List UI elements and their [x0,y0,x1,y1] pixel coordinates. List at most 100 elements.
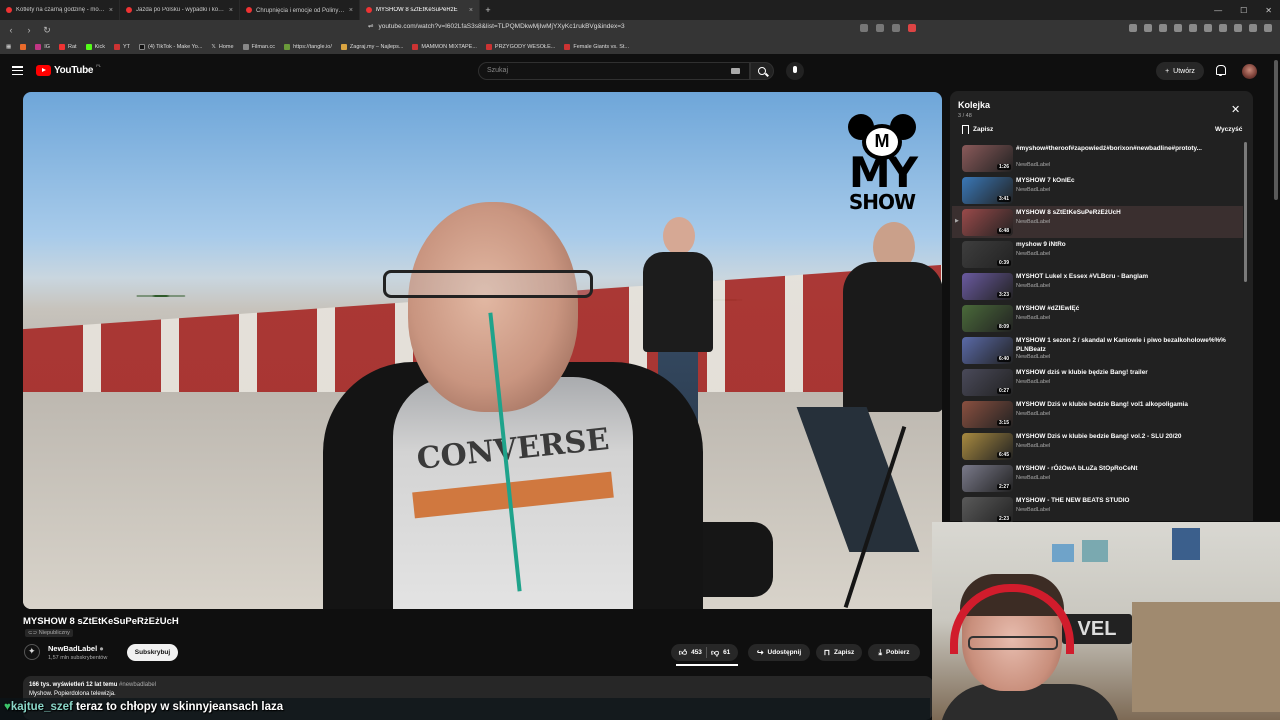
brave-shield-icon[interactable] [908,24,916,32]
browser-tab[interactable]: Chrupnięcia i emocje od Poliny 😋 · × [240,0,360,20]
bookmark-item[interactable]: Kick [85,44,105,50]
dislike-count[interactable]: 61 [723,649,730,656]
playlist-thumbnail[interactable]: 8:09 [962,305,1013,332]
bookmark-item[interactable]: Rat [59,44,77,50]
close-tab-icon[interactable]: × [349,7,353,14]
bookmark-item[interactable]: Filman.cc [242,44,275,50]
playlist-item[interactable]: 1:26 #myshow#theroof#zapowiedź#borixon#ne… [952,142,1243,174]
youtube-logo[interactable]: YouTube PL [36,63,101,76]
playlist-item[interactable]: 8:09 MYSHOW #dZIEwIĘć NewBadLabel [952,302,1243,334]
playlist-item-title[interactable]: myshow 9 iNtRo [1016,240,1236,249]
close-tab-icon[interactable]: × [109,7,113,14]
playlist-thumbnail[interactable]: 1:26 [962,145,1013,172]
wallet-icon[interactable] [1249,24,1257,32]
maximize-icon[interactable]: ☐ [1240,6,1247,15]
music-icon[interactable] [1234,24,1242,32]
playlist-item[interactable]: 0:39 myshow 9 iNtRo NewBadLabel [952,238,1243,270]
close-window-icon[interactable]: ✕ [1265,6,1272,15]
bookmark-item[interactable]: Zagraj.my – Najleps... [340,44,403,50]
playlist-item-title[interactable]: MYSHOW 1 sezon 2 / skandal w Kaniowie i … [1016,336,1236,354]
notifications-bell-icon[interactable] [1215,65,1226,76]
apps-grid-icon[interactable]: ▦ [6,44,11,50]
playlist-item[interactable]: 6:45 MYSHOW Dziś w klubie bedzie Bang! vo… [952,430,1243,462]
playlist-thumbnail[interactable]: 3:41 [962,177,1013,204]
hamburger-menu-icon[interactable] [12,66,23,75]
account-avatar[interactable] [1242,64,1257,79]
download-button[interactable]: ⤓ Pobierz [868,644,920,661]
menu-icon[interactable] [1264,24,1272,32]
bookmark-item[interactable]: https://tangle.io/ [284,44,332,50]
playlist-item-title[interactable]: MYSHOW - THE NEW BEATS STUDIO [1016,496,1236,505]
like-count[interactable]: 453 [691,649,702,656]
bookmark-star-icon[interactable] [892,24,900,32]
channel-name[interactable]: NewBadLabel ● [48,644,104,653]
extension-icon[interactable] [1129,24,1137,32]
playlist-item-title[interactable]: MYSHOW Dziś w klubie bedzie Bang! vol.2 … [1016,432,1236,441]
bookmark-item[interactable]: YT [113,44,130,50]
close-tab-icon[interactable]: × [469,7,473,14]
playlist-item[interactable]: 6:40 MYSHOW 1 sezon 2 / skandal w Kaniowi… [952,334,1243,366]
create-button[interactable]: + Utwórz [1156,62,1204,80]
extension-icon[interactable] [1174,24,1182,32]
playlist-item-title[interactable]: MYSHOW Dziś w klubie bedzie Bang! vol1 a… [1016,400,1236,409]
extension-icon[interactable] [1204,24,1212,32]
bookmark-item[interactable]: 𝕏 Home [211,44,233,50]
share-button[interactable]: ↪ Udostępnij [748,644,810,661]
playlist-thumbnail[interactable]: 6:45 [962,433,1013,460]
search-input[interactable]: Szukaj [478,62,750,80]
playlist-item[interactable]: 3:15 MYSHOW Dziś w klubie bedzie Bang! vo… [952,398,1243,430]
extension-icon[interactable] [1144,24,1152,32]
playlist-item[interactable]: 2:27 MYSHOW - rÓżOwA bLuZa StOpRoCeNt NewB… [952,462,1243,494]
playlist-item-title[interactable]: MYSHOW #dZIEwIĘć [1016,304,1236,313]
page-scrollbar[interactable] [1274,60,1278,200]
browser-tab[interactable]: Kotlety na czarną godzinę - mogą st × [0,0,120,20]
playlist-thumbnail[interactable]: 0:39 [962,241,1013,268]
bookmark-item[interactable]: Female Giants vs. St... [564,44,629,50]
minimize-icon[interactable]: — [1214,6,1222,15]
playlist-thumbnail[interactable]: 3:23 [962,273,1013,300]
bookmark-item[interactable]: (4) TikTok - Make Yo... [139,44,202,50]
playlist-item[interactable]: 3:23 MYSHOT Lukel x Essex #VLBcru - Bangl… [952,270,1243,302]
channel-avatar[interactable] [24,644,40,660]
browser-tab[interactable]: Jazda po Polsku - wypadki i kolizje o × [120,0,240,20]
playlist-thumbnail[interactable]: 2:23 [962,497,1013,524]
close-tab-icon[interactable]: × [229,7,233,14]
share-url-icon[interactable] [876,24,884,32]
playlist-thumbnail[interactable]: 6:48 [962,209,1013,236]
close-playlist-icon[interactable]: ✕ [1231,103,1240,116]
url-field[interactable]: ⇌ youtube.com/watch?v=I602LfaS3s8&list=T… [368,22,625,31]
keyboard-icon[interactable] [731,68,740,74]
like-icon[interactable]: 👍︎ [679,648,687,658]
search-button[interactable] [750,62,774,80]
bookmark-item[interactable]: PRZYGODY WESOŁE... [485,44,555,50]
save-button[interactable]: ⊓ Zapisz [816,644,862,661]
playlist-item-title[interactable]: MYSHOW - rÓżOwA bLuZa StOpRoCeNt [1016,464,1236,473]
playlist-thumbnail[interactable]: 6:40 [962,337,1013,364]
playlist-thumbnail[interactable]: 0:27 [962,369,1013,396]
voice-search-mic-icon[interactable] [786,62,804,80]
dislike-icon[interactable]: 👎︎ [711,648,719,658]
screenshot-icon[interactable] [860,24,868,32]
reload-icon[interactable]: ↻ [40,25,54,36]
bookmark-item[interactable]: IG [35,44,50,50]
playlist-scrollbar[interactable] [1244,142,1247,282]
playlist-clear-button[interactable]: Wyczyść [1215,126,1242,133]
forward-icon[interactable]: › [22,25,36,35]
playlist-item-title[interactable]: MYSHOW 8 sZtEtKeSuPeRżEżUcH [1016,208,1236,217]
site-info-icon[interactable]: ⇌ [368,22,373,30]
download-icon[interactable] [1219,24,1227,32]
browser-tab-active[interactable]: MYSHOW 8 sZtEtKeSuPeRżE × [360,0,480,20]
extension-icon[interactable] [1159,24,1167,32]
playlist-item[interactable]: ▶ 6:48 MYSHOW 8 sZtEtKeSuPeRżEżUcH NewBadLa… [952,206,1243,238]
subscribe-button[interactable]: Subskrybuj [127,644,178,661]
playlist-item[interactable]: 0:27 MYSHOW dziś w klubie będzie Bang! tr… [952,366,1243,398]
back-icon[interactable]: ‹ [4,25,18,35]
playlist-item[interactable]: 3:41 MYSHOW 7 kOnIEc NewBadLabel [952,174,1243,206]
bookmark-item[interactable]: MAMMON MIXTAPE... [412,44,477,50]
bookmark-item[interactable] [20,44,27,50]
playlist-item-title[interactable]: MYSHOW dziś w klubie będzie Bang! traile… [1016,368,1236,377]
new-tab-button[interactable]: + [480,5,496,15]
playlist-item-title[interactable]: MYSHOW 7 kOnIEc [1016,176,1236,185]
hashtag-link[interactable]: #newbadlabel [119,682,156,688]
playlist-thumbnail[interactable]: 3:15 [962,401,1013,428]
